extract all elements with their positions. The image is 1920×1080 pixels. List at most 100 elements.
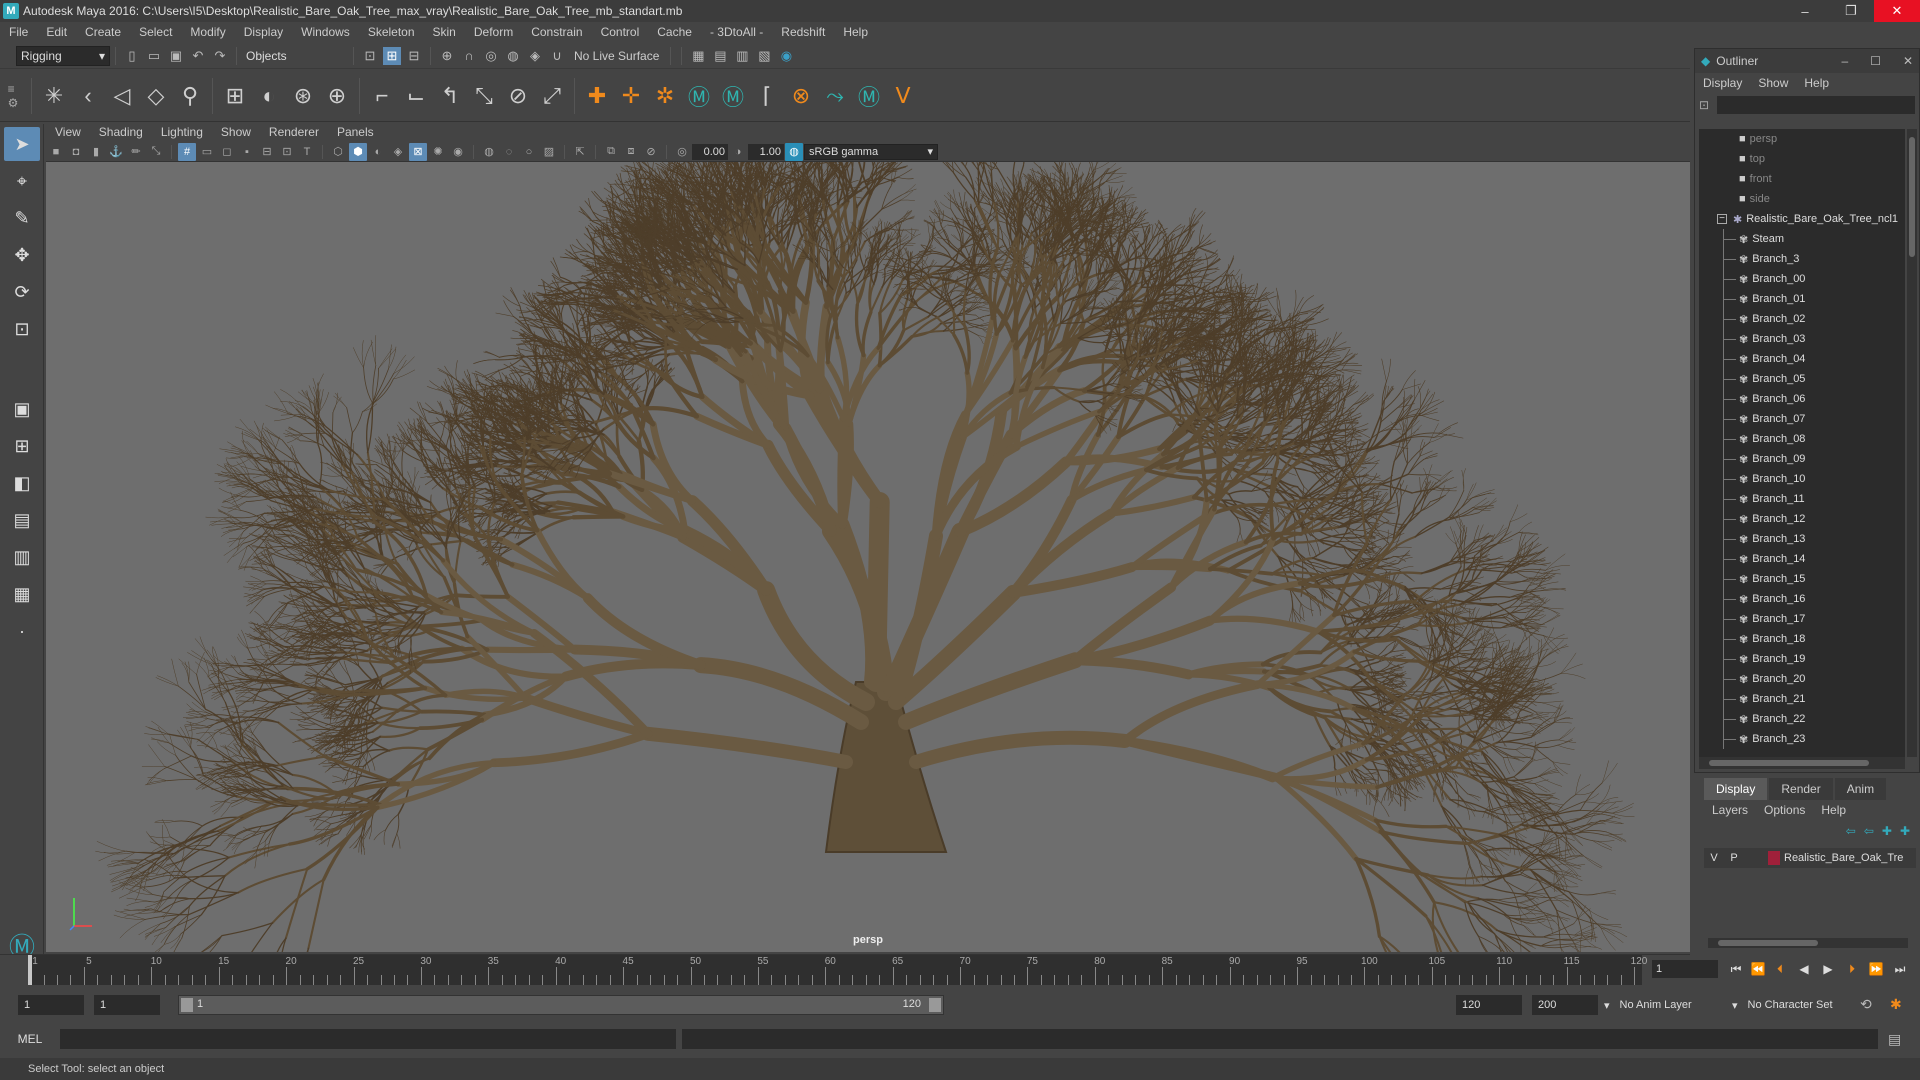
menu-select[interactable]: Select	[130, 22, 181, 43]
insert-joint-icon[interactable]: ‹	[71, 76, 105, 116]
safe-action-icon[interactable]: ⊡	[278, 143, 296, 161]
outliner-item-mesh[interactable]: ✾ Branch_06	[1699, 389, 1905, 409]
animation-end-field[interactable]: 200	[1532, 995, 1598, 1015]
panel-menu-renderer[interactable]: Renderer	[260, 122, 328, 143]
layer-color-swatch[interactable]	[1768, 851, 1780, 865]
range-bar[interactable]: 1 120	[178, 995, 944, 1015]
paint-weights-icon[interactable]: ◐	[252, 76, 286, 116]
close-button[interactable]: ✕	[1874, 0, 1920, 22]
current-time-indicator[interactable]	[28, 955, 32, 985]
xray-components-icon[interactable]: ○	[520, 143, 538, 161]
exposure-icon[interactable]: ◎	[673, 143, 691, 161]
render-frame-icon[interactable]: ▤	[711, 47, 729, 65]
anim-layer-dropdown[interactable]: ▾ No Anim Layer	[1604, 995, 1746, 1015]
step-back-key-icon[interactable]: ⏪	[1748, 960, 1768, 978]
outliner-item-camera[interactable]: ■ top	[1699, 149, 1905, 169]
grid-icon[interactable]: #	[178, 142, 196, 161]
layer-row[interactable]: V P Realistic_Bare_Oak_Tre	[1704, 848, 1916, 868]
outliner-item-mesh[interactable]: ✾ Branch_13	[1699, 529, 1905, 549]
ipr-render-icon[interactable]: ▥	[733, 47, 751, 65]
xray-joints-icon[interactable]: ◌	[500, 143, 518, 161]
scale-tool-icon[interactable]: ⊡	[4, 312, 40, 346]
outliner-horizontal-scrollbar[interactable]	[1699, 757, 1905, 769]
time-slider-track[interactable]: 1 5 10 15 20 25 30 35 40 45 50 55 60 65 70 75 80 85 90 95 10…	[28, 955, 1647, 985]
select-object-icon[interactable]: ⊞	[383, 46, 401, 65]
layer-menu-options[interactable]: Options	[1756, 803, 1813, 817]
joint-tool-icon[interactable]: ✳	[37, 76, 71, 116]
menu-display[interactable]: Display	[235, 22, 292, 43]
move-layer-up-icon[interactable]: ⇦	[1846, 824, 1856, 838]
outliner-menu-display[interactable]: Display	[1695, 76, 1750, 90]
snap-magnet-icon[interactable]: ∪	[548, 47, 566, 65]
menu-windows[interactable]: Windows	[292, 22, 359, 43]
snap-curve-icon[interactable]: ∩	[460, 47, 478, 65]
point-constraint-icon[interactable]: ✚	[580, 76, 614, 116]
orient-constraint-icon[interactable]: ✲	[648, 76, 682, 116]
outliner-maximize-button[interactable]: ☐	[1870, 54, 1881, 68]
script-editor-icon[interactable]: ▤	[1888, 1031, 1901, 1048]
outliner-close-button[interactable]: ✕	[1903, 54, 1913, 68]
maximize-button[interactable]: ❐	[1828, 0, 1874, 22]
exposure-field[interactable]: 0.00	[692, 143, 728, 160]
outliner-item-mesh[interactable]: ✾ Steam	[1699, 229, 1905, 249]
animation-start-field[interactable]: 1	[18, 995, 84, 1015]
move-tool-icon[interactable]: ✥	[4, 238, 40, 272]
outliner-layout-icon[interactable]: ▦	[4, 577, 40, 611]
outliner-item-mesh[interactable]: ✾ Branch_11	[1699, 489, 1905, 509]
tab-display[interactable]: Display	[1704, 778, 1768, 800]
panel-menu-show[interactable]: Show	[212, 122, 260, 143]
outliner-item-mesh[interactable]: ✾ Branch_20	[1699, 669, 1905, 689]
ssao-icon[interactable]: ⧉	[602, 143, 620, 161]
default-lighting-icon[interactable]: ◐	[369, 143, 387, 161]
layer-visibility-toggle[interactable]: V	[1704, 852, 1724, 864]
menu-file[interactable]: File	[0, 22, 37, 43]
menu-help[interactable]: Help	[834, 22, 877, 43]
pole-vector-icon[interactable]: ⌈	[750, 76, 784, 116]
selection-mask-dropdown[interactable]: Objects	[242, 45, 348, 66]
outliner-item-mesh[interactable]: ✾ Branch_3	[1699, 249, 1905, 269]
outliner-item-mesh[interactable]: ✾ Branch_19	[1699, 649, 1905, 669]
gamma-field[interactable]: 1.00	[748, 143, 784, 160]
outliner-list[interactable]: ■ persp ■ top ■ front ■ side − ✱ Realistic_Bare_Oa…	[1699, 129, 1905, 757]
outliner-item-mesh[interactable]: ✾ Branch_10	[1699, 469, 1905, 489]
menu-modify[interactable]: Modify	[181, 22, 234, 43]
textured-icon[interactable]: ⊠	[409, 142, 427, 161]
outliner-item-mesh[interactable]: ✾ Branch_15	[1699, 569, 1905, 589]
image-plane-icon[interactable]: ⚓	[107, 143, 125, 161]
menu-3dtoall[interactable]: - 3DtoAll -	[701, 22, 772, 43]
layer-playback-toggle[interactable]: P	[1724, 852, 1744, 864]
tab-render[interactable]: Render	[1769, 778, 1833, 800]
multisample-aa-icon[interactable]: ⊘	[642, 143, 660, 161]
motion-blur-icon[interactable]: ⧈	[622, 143, 640, 161]
snap-point-icon[interactable]: ◎	[482, 47, 500, 65]
playback-end-field[interactable]: 120	[1456, 995, 1522, 1015]
custom-layout-icon[interactable]: ·	[4, 614, 40, 648]
outliner-menu-show[interactable]: Show	[1750, 76, 1796, 90]
snap-surface-icon[interactable]: ◈	[526, 47, 544, 65]
outliner-item-mesh[interactable]: ✾ Branch_07	[1699, 409, 1905, 429]
wrap-icon[interactable]: ⊕	[320, 76, 354, 116]
bind-skin-icon[interactable]: ⊞	[218, 76, 252, 116]
save-scene-icon[interactable]: ▣	[167, 47, 185, 65]
wireframe-on-shaded-icon[interactable]: ◈	[389, 143, 407, 161]
step-forward-key-icon[interactable]: ⏩	[1866, 960, 1886, 978]
tab-anim[interactable]: Anim	[1834, 778, 1887, 800]
new-layer-selected-icon[interactable]: ✚	[1900, 824, 1910, 838]
menu-cache[interactable]: Cache	[648, 22, 701, 43]
move-layer-down-icon[interactable]: ⇦	[1864, 824, 1874, 838]
normal-constraint-icon[interactable]: ⤳	[818, 76, 852, 116]
undo-icon[interactable]: ↶	[189, 47, 207, 65]
outliner-item-mesh[interactable]: ✾ Branch_21	[1699, 689, 1905, 709]
gate-mask-icon[interactable]: ▪	[238, 143, 256, 161]
step-forward-frame-icon[interactable]: ⏵	[1842, 960, 1862, 978]
go-to-end-icon[interactable]: ⏭	[1890, 960, 1910, 978]
backface-icon[interactable]: ▨	[540, 143, 558, 161]
filter-icon[interactable]: ⊡	[1699, 98, 1709, 112]
outliner-item-mesh[interactable]: ✾ Branch_02	[1699, 309, 1905, 329]
outliner-item-mesh[interactable]: ✾ Branch_03	[1699, 329, 1905, 349]
outliner-item-mesh[interactable]: ✾ Branch_00	[1699, 269, 1905, 289]
snap-grid-icon[interactable]: ⊕	[438, 47, 456, 65]
wireframe-icon[interactable]: ⬡	[329, 143, 347, 161]
outliner-item-camera[interactable]: ■ front	[1699, 169, 1905, 189]
grease-pencil-icon[interactable]: ✏	[127, 143, 145, 161]
